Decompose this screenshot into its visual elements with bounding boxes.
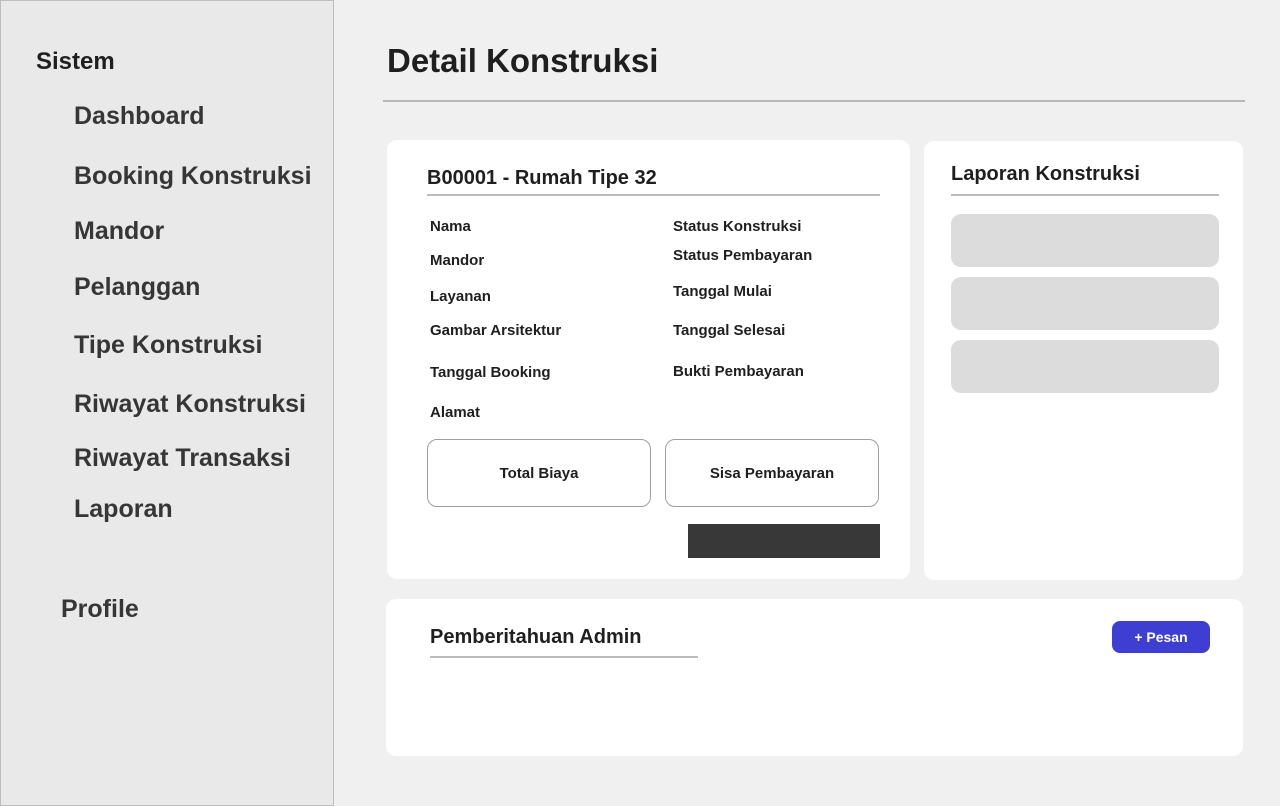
field-nama: Nama bbox=[430, 218, 471, 235]
field-gambar-arsitektur: Gambar Arsitektur bbox=[430, 322, 562, 339]
sidebar-item-booking-konstruksi[interactable]: Booking Konstruksi bbox=[74, 162, 312, 191]
sidebar-item-tipe-konstruksi[interactable]: Tipe Konstruksi bbox=[74, 331, 262, 360]
construction-report-card: Laporan Konstruksi bbox=[924, 141, 1243, 580]
field-status-konstruksi: Status Konstruksi bbox=[673, 218, 802, 235]
title-divider bbox=[383, 100, 1245, 102]
field-tanggal-mulai: Tanggal Mulai bbox=[673, 283, 772, 300]
sidebar-item-riwayat-konstruksi[interactable]: Riwayat Konstruksi bbox=[74, 390, 306, 419]
notification-title-divider bbox=[430, 656, 698, 658]
sisa-pembayaran-box: Sisa Pembayaran bbox=[665, 439, 879, 507]
field-layanan: Layanan bbox=[430, 288, 491, 305]
report-title: Laporan Konstruksi bbox=[951, 163, 1140, 185]
field-tanggal-selesai: Tanggal Selesai bbox=[673, 322, 786, 339]
total-biaya-box: Total Biaya bbox=[427, 439, 651, 507]
sidebar: Sistem Dashboard Booking Konstruksi Mand… bbox=[0, 0, 334, 806]
sidebar-item-dashboard[interactable]: Dashboard bbox=[74, 102, 205, 131]
report-title-divider bbox=[951, 194, 1219, 196]
field-alamat: Alamat bbox=[430, 404, 481, 421]
admin-notification-card: Pemberitahuan Admin + Pesan bbox=[386, 599, 1243, 756]
sidebar-heading: Sistem bbox=[36, 48, 115, 75]
sidebar-item-riwayat-transaksi[interactable]: Riwayat Transaksi bbox=[74, 444, 291, 473]
report-item[interactable] bbox=[951, 277, 1219, 330]
sidebar-item-profile[interactable]: Profile bbox=[61, 595, 139, 624]
notification-title: Pemberitahuan Admin bbox=[430, 626, 642, 648]
field-tanggal-booking: Tanggal Booking bbox=[430, 364, 551, 381]
construction-detail-card: B00001 - Rumah Tipe 32 Nama Mandor Layan… bbox=[387, 140, 910, 579]
booking-title-divider bbox=[427, 194, 880, 196]
page-title: Detail Konstruksi bbox=[387, 42, 659, 79]
booking-title: B00001 - Rumah Tipe 32 bbox=[427, 167, 657, 189]
field-status-pembayaran: Status Pembayaran bbox=[673, 247, 813, 264]
report-item[interactable] bbox=[951, 214, 1219, 267]
sidebar-item-laporan[interactable]: Laporan bbox=[74, 495, 173, 524]
field-bukti-pembayaran: Bukti Pembayaran bbox=[673, 363, 804, 380]
action-button[interactable] bbox=[688, 524, 880, 558]
field-mandor: Mandor bbox=[430, 252, 485, 269]
report-item[interactable] bbox=[951, 340, 1219, 393]
sidebar-item-mandor[interactable]: Mandor bbox=[74, 217, 164, 246]
sidebar-item-pelanggan[interactable]: Pelanggan bbox=[74, 273, 200, 302]
add-message-button[interactable]: + Pesan bbox=[1112, 621, 1210, 653]
